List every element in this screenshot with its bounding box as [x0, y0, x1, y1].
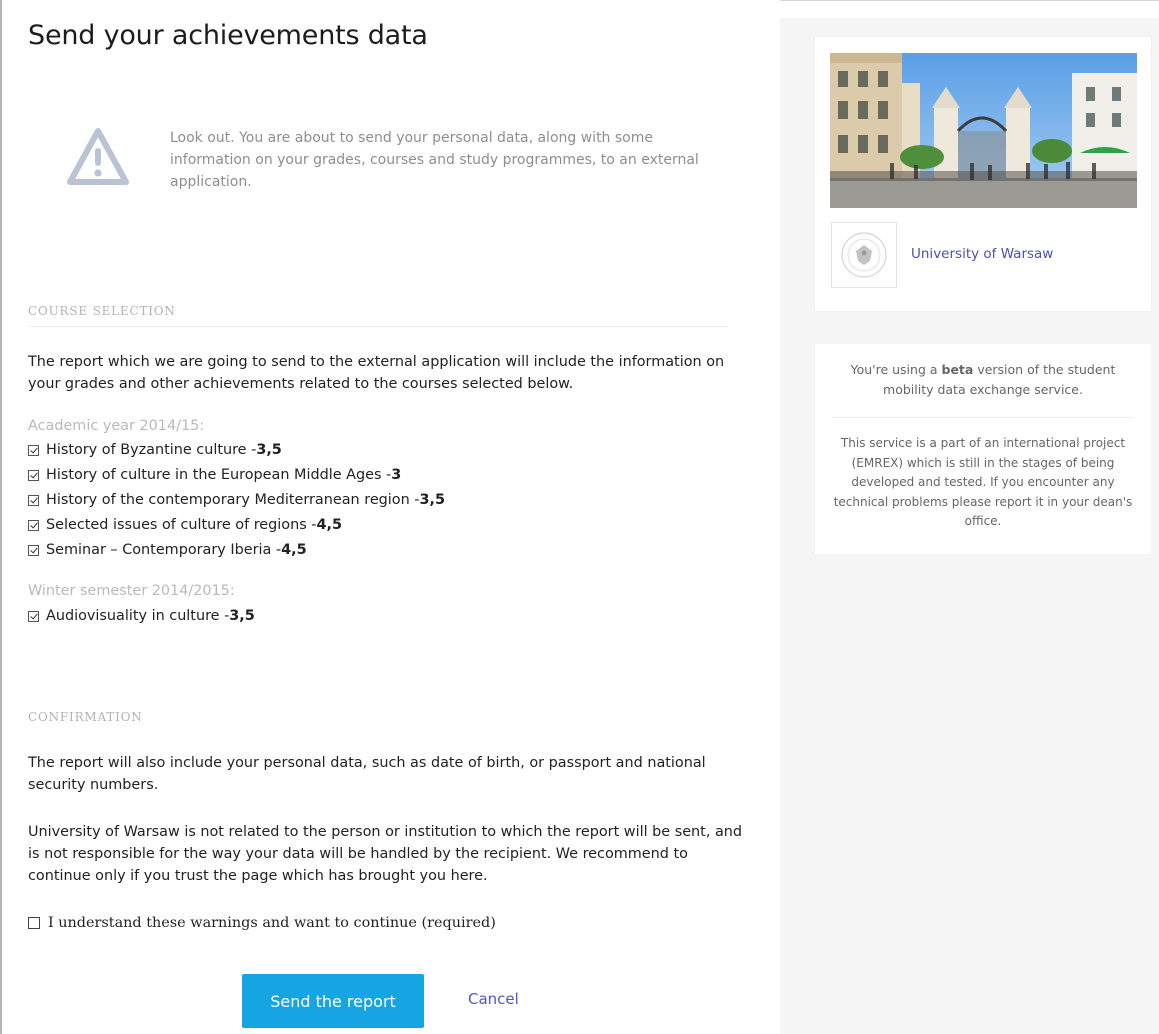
card-divider — [832, 417, 1134, 418]
course-checkbox[interactable] — [28, 519, 39, 531]
course-checkbox[interactable] — [28, 444, 39, 456]
university-seal-icon — [841, 232, 887, 278]
course-name: History of Byzantine culture - — [46, 442, 257, 458]
confirm-warnings-checkbox[interactable] — [28, 917, 40, 929]
course-grade: 3,5 — [419, 492, 446, 508]
confirm-warnings-label: I understand these warnings and want to … — [48, 915, 496, 931]
send-report-button[interactable]: Send the report — [242, 974, 424, 1028]
beta-notice-pre: You're using a — [850, 362, 942, 377]
course-checkbox[interactable] — [28, 610, 39, 622]
course-selection-intro: The report which we are going to send to… — [28, 354, 725, 392]
course-name: History of culture in the European Middl… — [46, 467, 392, 483]
section-divider — [28, 326, 728, 327]
course-name: Seminar – Contemporary Iberia - — [46, 542, 282, 558]
course-selection-heading: COURSE SELECTION — [28, 304, 176, 318]
course-grade: 3,5 — [256, 442, 282, 458]
course-checkbox[interactable] — [28, 494, 39, 506]
group-label-winter-semester: Winter semester 2014/2015: — [28, 583, 235, 599]
course-grade: 4,5 — [281, 542, 307, 558]
university-gate-photo — [830, 53, 1137, 208]
course-item[interactable]: History of culture in the European Middl… — [28, 467, 401, 483]
university-logo — [831, 222, 897, 288]
course-item[interactable]: History of Byzantine culture - 3,5 — [28, 442, 282, 458]
university-link[interactable]: University of Warsaw — [911, 246, 1053, 262]
course-item[interactable]: Audiovisuality in culture - 3,5 — [28, 608, 255, 624]
course-item[interactable]: Selected issues of culture of regions - … — [28, 517, 342, 533]
course-name: Audiovisuality in culture - — [46, 608, 230, 624]
course-name: Selected issues of culture of regions - — [46, 517, 317, 533]
beta-notice: You're using a beta version of the stude… — [830, 360, 1136, 400]
course-grade: 4,5 — [316, 517, 343, 533]
course-grade: 3 — [391, 467, 402, 483]
course-name: History of the contemporary Mediterranea… — [46, 492, 420, 508]
course-item[interactable]: History of the contemporary Mediterranea… — [28, 492, 445, 508]
confirm-warnings-checkbox-row[interactable]: I understand these warnings and want to … — [28, 915, 496, 931]
course-grade: 3,5 — [229, 608, 255, 624]
confirmation-text-personal-data: The report will also include your person… — [28, 755, 706, 793]
warning-icon — [67, 128, 129, 185]
course-checkbox[interactable] — [28, 544, 39, 556]
group-label-academic-year: Academic year 2014/15: — [28, 418, 205, 434]
course-checkbox[interactable] — [28, 469, 39, 481]
project-info-text: This service is a part of an internation… — [833, 436, 1133, 528]
confirmation-text-disclaimer: University of Warsaw is not related to t… — [28, 824, 743, 884]
main-column: Send your achievements data Look out. Yo… — [2, 0, 780, 1034]
confirmation-heading: CONFIRMATION — [28, 710, 143, 724]
warning-message: Look out. You are about to send your per… — [170, 130, 699, 190]
cancel-link[interactable]: Cancel — [468, 990, 519, 1008]
course-item[interactable]: Seminar – Contemporary Iberia - 4,5 — [28, 542, 307, 558]
page-title: Send your achievements data — [28, 20, 428, 51]
beta-notice-bold: beta — [941, 362, 974, 377]
